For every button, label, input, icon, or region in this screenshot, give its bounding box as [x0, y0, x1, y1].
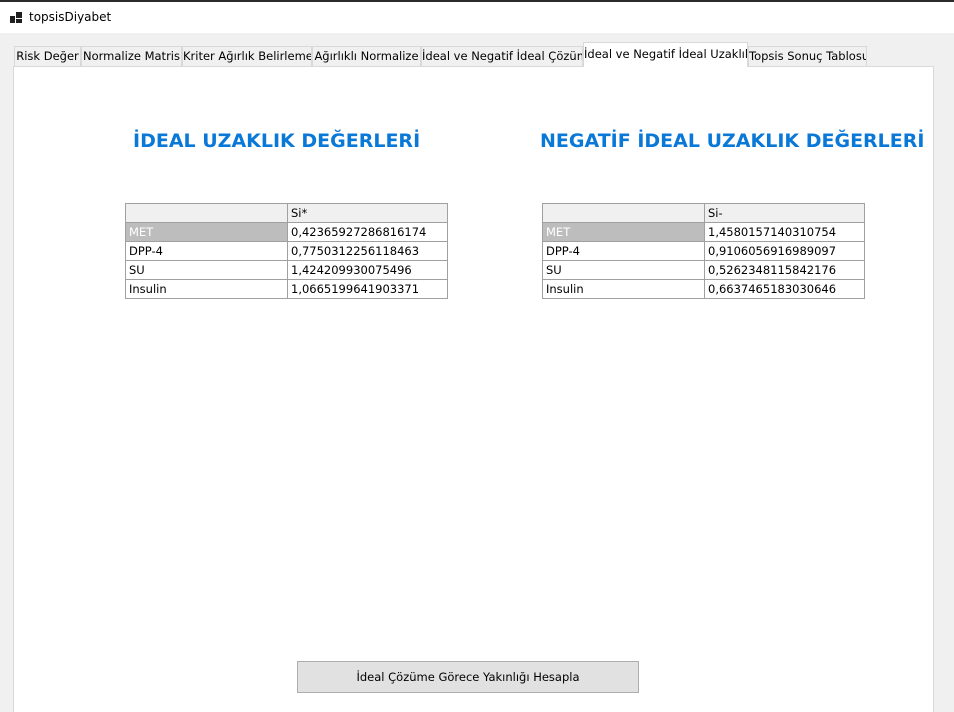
row-header-corner	[125, 203, 288, 223]
table-row[interactable]: Insulin 0,6637465183030646	[542, 279, 865, 299]
negative-ideal-distance-heading: NEGATİF İDEAL UZAKLIK DEĞERLERİ	[540, 130, 925, 152]
column-header-si-minus[interactable]: Si-	[704, 203, 865, 223]
app-window-icon	[10, 12, 22, 23]
title-bar: topsisDiyabet	[0, 2, 954, 33]
row-name-cell[interactable]: DPP-4	[125, 241, 288, 261]
row-header-corner	[542, 203, 705, 223]
tab-strip: Risk Değer Normalize Matris Kriter Ağırl…	[14, 42, 934, 67]
grid-header-row: Si-	[542, 203, 865, 223]
tab-normalize-matris[interactable]: Normalize Matris	[81, 46, 182, 66]
value-cell[interactable]: 1,0665199641903371	[287, 279, 448, 299]
row-name-cell[interactable]: Insulin	[125, 279, 288, 299]
tab-agirlikli-normalize[interactable]: Ağırlıklı Normalize	[312, 46, 421, 66]
tab-topsis-sonuc-tablosu[interactable]: Topsis Sonuç Tablosu	[748, 46, 867, 66]
table-row[interactable]: Insulin 1,0665199641903371	[125, 279, 448, 299]
tab-ideal-negatif-cozum[interactable]: İdeal ve Negatif İdeal Çözüm	[421, 46, 583, 66]
tab-content-panel	[13, 66, 934, 712]
table-row[interactable]: SU 0,5262348115842176	[542, 260, 865, 280]
value-cell[interactable]: 0,6637465183030646	[704, 279, 865, 299]
tab-ideal-negatif-uzaklik[interactable]: İdeal ve Negatif İdeal Uzaklık	[583, 42, 748, 67]
row-name-cell[interactable]: SU	[125, 260, 288, 280]
table-row[interactable]: SU 1,424209930075496	[125, 260, 448, 280]
row-name-cell[interactable]: SU	[542, 260, 705, 280]
window-title: topsisDiyabet	[29, 10, 112, 24]
value-cell[interactable]: 0,7750312256118463	[287, 241, 448, 261]
value-cell[interactable]: 0,9106056916989097	[704, 241, 865, 261]
ideal-distance-grid[interactable]: Si* MET 0,42365927286816174 DPP-4 0,7750…	[125, 203, 448, 299]
tab-kriter-agirlik-belirleme[interactable]: Kriter Ağırlık Belirleme	[182, 46, 312, 66]
table-row[interactable]: MET 1,4580157140310754	[542, 222, 865, 242]
value-cell[interactable]: 0,5262348115842176	[704, 260, 865, 280]
negative-ideal-distance-grid[interactable]: Si- MET 1,4580157140310754 DPP-4 0,91060…	[542, 203, 865, 299]
table-row[interactable]: DPP-4 0,9106056916989097	[542, 241, 865, 261]
value-cell[interactable]: 0,42365927286816174	[287, 222, 448, 242]
column-header-si-star[interactable]: Si*	[287, 203, 448, 223]
value-cell[interactable]: 1,424209930075496	[287, 260, 448, 280]
row-name-cell[interactable]: Insulin	[542, 279, 705, 299]
ideal-distance-heading: İDEAL UZAKLIK DEĞERLERİ	[133, 130, 421, 152]
table-row[interactable]: MET 0,42365927286816174	[125, 222, 448, 242]
value-cell[interactable]: 1,4580157140310754	[704, 222, 865, 242]
row-name-cell[interactable]: MET	[542, 222, 705, 242]
tab-risk-deger[interactable]: Risk Değer	[14, 46, 81, 66]
row-name-cell[interactable]: DPP-4	[542, 241, 705, 261]
grid-header-row: Si*	[125, 203, 448, 223]
table-row[interactable]: DPP-4 0,7750312256118463	[125, 241, 448, 261]
calculate-relative-closeness-button[interactable]: İdeal Çözüme Görece Yakınlığı Hesapla	[297, 661, 639, 693]
row-name-cell[interactable]: MET	[125, 222, 288, 242]
